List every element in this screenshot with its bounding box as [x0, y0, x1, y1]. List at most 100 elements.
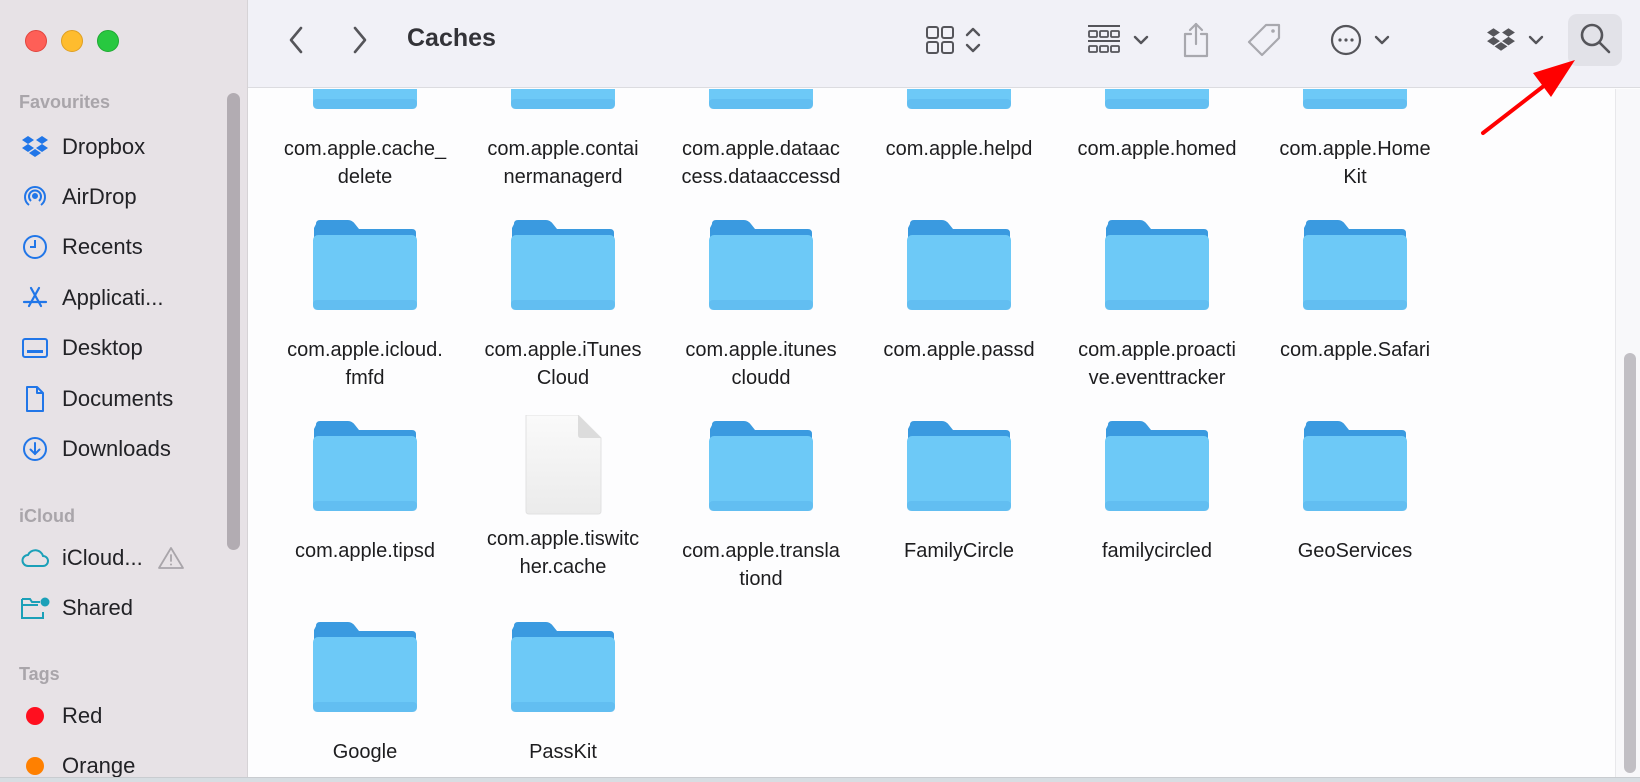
desktop-icon: [20, 333, 50, 363]
sidebar-item-downloads[interactable]: Downloads: [20, 431, 230, 467]
folder-item[interactable]: com.apple.Home Kit: [1260, 89, 1450, 191]
warning-icon[interactable]: [157, 546, 185, 570]
more-actions-button[interactable]: [1320, 20, 1400, 64]
folder-item[interactable]: com.apple.tipsd: [270, 421, 460, 565]
chevron-down-icon: [1133, 33, 1149, 51]
folder-item[interactable]: com.apple.dataac cess.dataaccessd: [666, 89, 856, 191]
scrollbar-thumb[interactable]: [1624, 353, 1636, 773]
folder-item[interactable]: PassKit: [468, 622, 658, 766]
chevron-down-icon: [1528, 33, 1544, 51]
tag-button[interactable]: [1242, 20, 1286, 64]
sidebar-item-icloud-drive[interactable]: iCloud...: [20, 540, 230, 576]
folder-item[interactable]: com.apple.Safari: [1260, 220, 1450, 364]
folder-item[interactable]: FamilyCircle: [864, 421, 1054, 565]
folder-item[interactable]: Google: [270, 622, 460, 766]
item-name: com.apple.tipsd: [294, 540, 436, 562]
sidebar-item-label: Shared: [62, 595, 133, 620]
sidebar-item-label: Dropbox: [62, 134, 146, 159]
sidebar-item-applications[interactable]: Applicati...: [20, 280, 230, 316]
folder-icon: [1102, 220, 1212, 312]
sidebar-item-airdrop[interactable]: AirDrop: [20, 179, 230, 215]
folder-item[interactable]: com.apple.helpd: [864, 89, 1054, 163]
minimize-button[interactable]: [61, 30, 83, 52]
item-name: com.apple.passd: [883, 339, 1035, 361]
folder-icon: [508, 622, 618, 714]
ellipsis-circle-icon: [1330, 24, 1362, 61]
file-grid: com.apple.cache_ delete com.apple.contai…: [249, 89, 1615, 777]
sidebar-item-shared[interactable]: Shared: [20, 590, 230, 626]
sidebar-item-label: Applicati...: [62, 285, 164, 310]
folder-item[interactable]: com.apple.transla tiond: [666, 421, 856, 593]
folder-item[interactable]: GeoServices: [1260, 421, 1450, 565]
file-item[interactable]: com.apple.tiswitc her.cache: [468, 414, 658, 581]
group-by-button[interactable]: [1078, 20, 1158, 64]
window-title: Caches: [407, 24, 496, 52]
item-name: com.apple.icloud. fmfd: [287, 339, 443, 389]
folder-icon: [706, 421, 816, 513]
item-name: com.apple.helpd: [885, 138, 1033, 160]
sidebar-item-label: Recents: [62, 234, 143, 259]
folder-icon: [1300, 421, 1410, 513]
download-icon: [20, 434, 50, 464]
sidebar-item-documents[interactable]: Documents: [20, 381, 230, 417]
folder-item[interactable]: com.apple.homed: [1062, 89, 1252, 163]
close-button[interactable]: [25, 30, 47, 52]
dropbox-menu-button[interactable]: [1480, 20, 1550, 64]
item-name: com.apple.Home Kit: [1279, 138, 1431, 188]
folder-item[interactable]: com.apple.cache_ delete: [270, 89, 460, 191]
folder-item[interactable]: familycircled: [1062, 421, 1252, 565]
sidebar-section-tags: Tags: [19, 664, 60, 684]
folder-icon: [1102, 89, 1212, 111]
item-name: com.apple.cache_ delete: [283, 138, 447, 188]
folder-icon: [310, 89, 420, 111]
folder-item[interactable]: com.apple.proacti ve.eventtracker: [1062, 220, 1252, 392]
sidebar-section-icloud: iCloud: [19, 506, 75, 526]
folder-item[interactable]: com.apple.iTunes Cloud: [468, 220, 658, 392]
sidebar-item-label: Orange: [62, 753, 136, 778]
back-button[interactable]: [278, 20, 314, 64]
folder-icon: [706, 220, 816, 312]
item-name: GeoServices: [1297, 540, 1413, 562]
dropbox-icon: [1486, 27, 1516, 58]
up-down-chevron-icon: [965, 25, 981, 60]
folder-icon: [1102, 421, 1212, 513]
folder-item[interactable]: com.apple.passd: [864, 220, 1054, 364]
item-name: FamilyCircle: [904, 540, 1014, 562]
folder-item[interactable]: com.apple.itunes cloudd: [666, 220, 856, 392]
item-name: com.apple.Safari: [1279, 339, 1431, 361]
sidebar-item-tag-red[interactable]: Red: [20, 698, 230, 734]
forward-button[interactable]: [342, 20, 378, 64]
toolbar: Caches: [248, 0, 1640, 88]
sidebar-item-label: iCloud...: [62, 545, 143, 570]
share-icon: [1181, 22, 1211, 63]
group-by-icon: [1087, 24, 1121, 61]
content-scrollbar[interactable]: [1615, 89, 1640, 777]
view-mode-button[interactable]: [920, 20, 986, 64]
item-name: PassKit: [529, 741, 597, 763]
sidebar-scrollbar[interactable]: [227, 93, 240, 550]
search-button[interactable]: [1568, 14, 1622, 66]
item-name: com.apple.dataac cess.dataaccessd: [681, 138, 841, 188]
zoom-button[interactable]: [97, 30, 119, 52]
shared-folder-icon: [20, 593, 50, 623]
item-name: com.apple.proacti ve.eventtracker: [1078, 339, 1236, 389]
sidebar-item-recents[interactable]: Recents: [20, 229, 230, 265]
folder-icon: [508, 220, 618, 312]
applications-icon: [20, 283, 50, 313]
orange-tag-icon: [20, 751, 50, 777]
folder-icon: [904, 421, 1014, 513]
sidebar-item-desktop[interactable]: Desktop: [20, 330, 230, 366]
sidebar-section-favourites: Favourites: [19, 92, 111, 112]
icon-grid-icon: [925, 25, 955, 60]
folder-item[interactable]: com.apple.contai nermanagerd: [468, 89, 658, 191]
sidebar-item-dropbox[interactable]: Dropbox: [20, 129, 230, 165]
share-button[interactable]: [1174, 20, 1218, 64]
folder-icon: [904, 89, 1014, 111]
item-name: com.apple.iTunes Cloud: [484, 339, 642, 389]
folder-item[interactable]: com.apple.icloud. fmfd: [270, 220, 460, 392]
sidebar-item-label: Red: [62, 703, 103, 728]
sidebar-item-tag-orange[interactable]: Orange: [20, 748, 230, 778]
sidebar-item-label: Downloads: [62, 436, 171, 461]
sidebar: Favourites Dropbox AirDrop Recents Appli…: [0, 0, 248, 778]
traffic-lights: [25, 30, 119, 52]
